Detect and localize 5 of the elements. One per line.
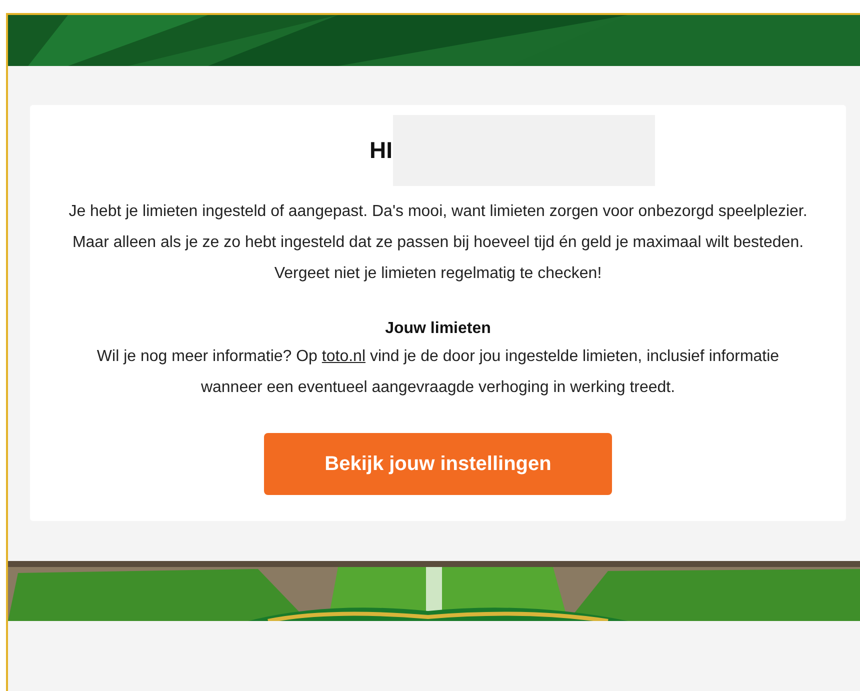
section-paragraph: Wil je nog meer informatie? Op toto.nl vind je de door jou ingestelde limieten, inclusief informatie wanneer een eventueel aangevraagde verhoging in werking treedt. xyxy=(96,347,780,398)
intro-paragraph: Je hebt je limieten ingesteld of aangepast. Da's mooi, want limieten zorgen voor onbezorgd speelplezier. Maar alleen als je ze zo hebt ingesteld dat ze passen bij hoeveel tijd én geld je maximaal wilt besteden. Vergeet niet je limieten regelmatig te checken! xyxy=(68,202,808,284)
section-title: Jouw limieten xyxy=(385,319,491,339)
site-link[interactable]: toto.nl xyxy=(322,348,366,365)
greeting-heading: HI xyxy=(370,137,392,164)
